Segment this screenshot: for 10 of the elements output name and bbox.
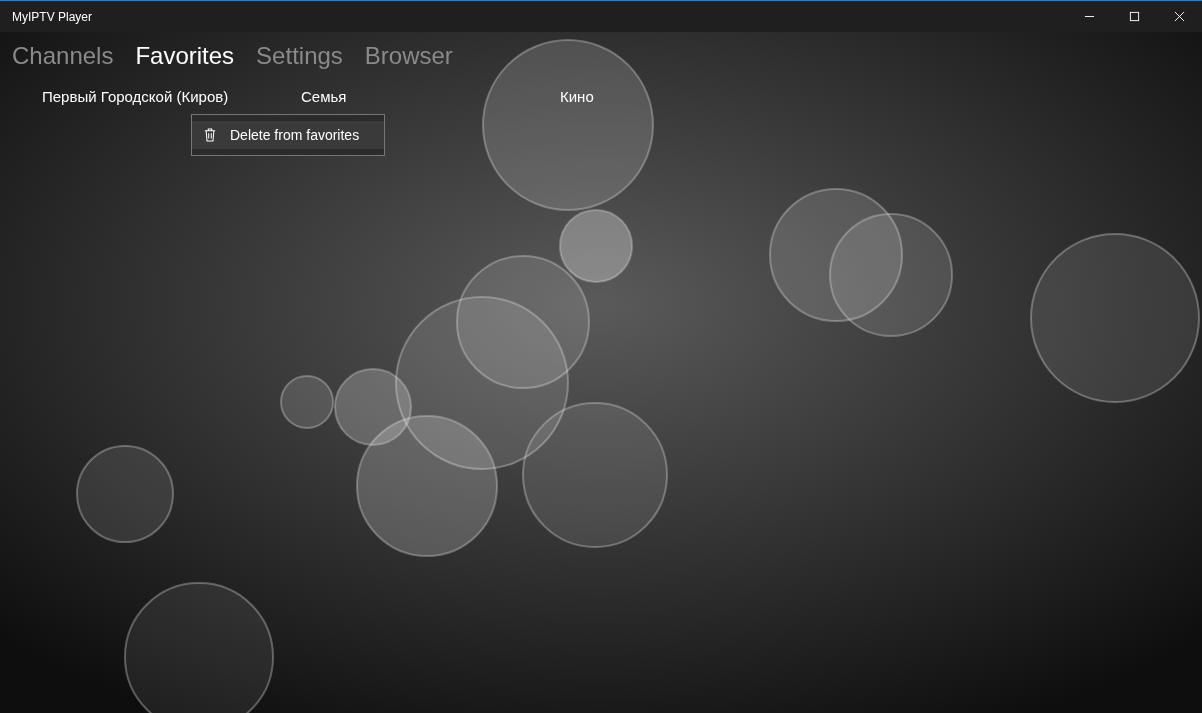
tab[interactable]: Settings bbox=[256, 42, 343, 70]
channel-item[interactable]: Первый Городской (Киров) bbox=[42, 88, 301, 105]
tab[interactable]: Channels bbox=[12, 42, 114, 70]
tab[interactable]: Browser bbox=[364, 42, 453, 70]
menu-item[interactable]: Delete from favorites bbox=[192, 121, 384, 149]
tab[interactable]: Favorites bbox=[135, 42, 235, 70]
channel-item[interactable]: Кино bbox=[560, 88, 819, 105]
channel-item[interactable]: Семья bbox=[301, 88, 560, 105]
window-title: MyIPTV Player bbox=[12, 9, 92, 24]
trash-icon bbox=[204, 128, 216, 142]
